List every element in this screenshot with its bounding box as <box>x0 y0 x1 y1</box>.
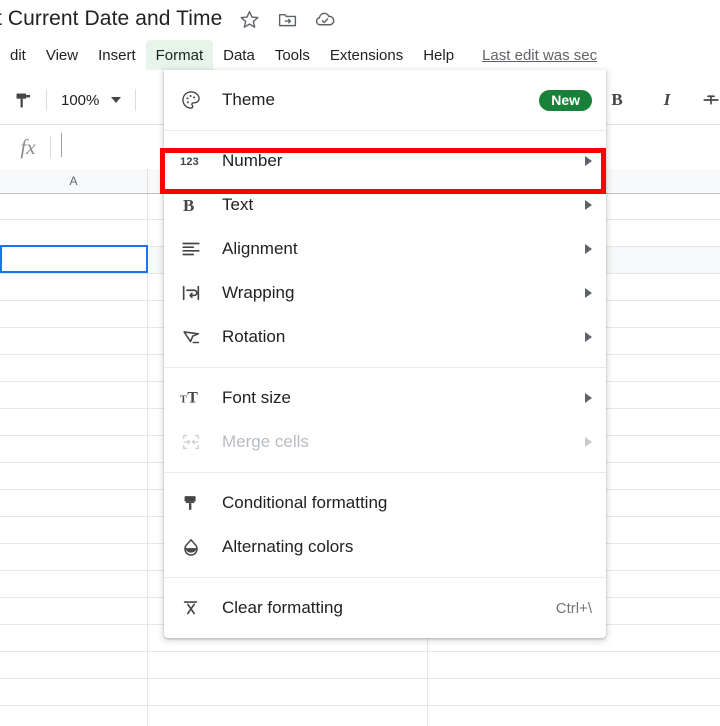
italic-button[interactable]: I <box>652 85 682 115</box>
menu-separator <box>164 367 606 368</box>
menu-option-conditional-formatting[interactable]: Conditional formatting <box>164 481 606 525</box>
menu-option-theme[interactable]: Theme New <box>164 78 606 122</box>
grid-row[interactable] <box>0 706 720 726</box>
menu-option-wrapping[interactable]: Wrapping <box>164 271 606 315</box>
clear-formatting-icon <box>180 597 208 619</box>
menu-option-alternating-colors[interactable]: Alternating colors <box>164 525 606 569</box>
menu-option-text[interactable]: B Text <box>164 183 606 227</box>
menu-item-help[interactable]: Help <box>413 40 464 70</box>
menu-item-tools[interactable]: Tools <box>265 40 320 70</box>
menu-separator <box>164 472 606 473</box>
toolbar-divider <box>46 89 47 111</box>
strikethrough-button[interactable] <box>702 85 720 115</box>
svg-text:T: T <box>187 390 198 407</box>
new-badge: New <box>539 89 592 111</box>
menu-item-edit[interactable]: dit <box>0 40 36 70</box>
move-to-folder-icon[interactable] <box>276 8 298 30</box>
chevron-right-icon <box>585 332 592 342</box>
menu-option-label: Alternating colors <box>222 537 354 556</box>
font-size-icon: T T <box>180 388 208 408</box>
menu-separator <box>164 577 606 578</box>
menu-option-label: Number <box>222 151 283 170</box>
menu-separator <box>164 130 606 131</box>
chevron-right-icon <box>585 156 592 166</box>
zoom-control[interactable]: 100% <box>55 85 127 115</box>
menu-bar: dit View Insert Format Data Tools Extens… <box>0 40 720 70</box>
format-dropdown-menu[interactable]: Theme New 123 Number B Text Alignment Wr… <box>164 70 606 638</box>
toolbar-divider <box>135 89 137 111</box>
palette-icon <box>180 89 208 111</box>
italic-label: I <box>663 90 671 109</box>
chevron-down-icon <box>111 97 122 103</box>
column-header-a[interactable]: A <box>0 169 148 193</box>
menu-option-label: Rotation <box>222 327 286 346</box>
wrapping-icon <box>180 282 208 304</box>
grid-row[interactable] <box>0 652 720 679</box>
menu-option-shortcut: Ctrl+\ <box>555 599 592 617</box>
last-edit-status[interactable]: Last edit was sec <box>482 40 597 70</box>
bold-button[interactable]: B <box>602 85 632 115</box>
menu-option-label: Text <box>222 195 254 214</box>
chevron-right-icon <box>585 244 592 254</box>
menu-option-font-size[interactable]: T T Font size <box>164 376 606 420</box>
chevron-right-icon <box>585 288 592 298</box>
menu-option-merge-cells: Merge cells <box>164 420 606 464</box>
bold-b-icon: B <box>180 195 208 215</box>
menu-item-view[interactable]: View <box>36 40 88 70</box>
paint-roller-icon <box>180 492 208 514</box>
svg-text:T: T <box>180 395 187 406</box>
svg-text:B: B <box>183 196 194 215</box>
rotation-icon <box>180 326 208 348</box>
paint-format-icon[interactable] <box>8 85 38 115</box>
menu-option-label: Merge cells <box>222 432 309 451</box>
chevron-right-icon <box>585 393 592 403</box>
zoom-value: 100% <box>61 91 100 109</box>
menu-option-label: Clear formatting <box>222 598 343 617</box>
chevron-right-icon <box>585 437 592 447</box>
fx-icon: fx <box>20 134 36 159</box>
number-123-icon: 123 <box>180 152 208 170</box>
menu-item-extensions[interactable]: Extensions <box>320 40 413 70</box>
menu-option-label: Wrapping <box>222 283 295 302</box>
menu-option-label: Font size <box>222 388 291 407</box>
menu-item-insert[interactable]: Insert <box>88 40 146 70</box>
menu-option-clear-formatting[interactable]: Clear formatting Ctrl+\ <box>164 586 606 630</box>
menu-option-label: Conditional formatting <box>222 493 388 512</box>
grid-row[interactable] <box>0 679 720 706</box>
title-bar: t Current Date and Time <box>0 0 720 38</box>
formula-text-caret <box>61 133 62 157</box>
bold-label: B <box>611 90 623 109</box>
menu-option-alignment[interactable]: Alignment <box>164 227 606 271</box>
star-icon[interactable] <box>238 8 260 30</box>
grid-column-line <box>147 193 148 726</box>
menu-item-format[interactable]: Format <box>145 40 214 70</box>
droplet-icon <box>180 536 208 558</box>
merge-cells-icon <box>180 431 208 453</box>
cloud-saved-icon[interactable] <box>314 8 336 30</box>
menu-option-label: Theme <box>222 90 275 109</box>
chevron-right-icon <box>585 200 592 210</box>
formula-bar-divider <box>50 136 51 158</box>
menu-option-number[interactable]: 123 Number <box>164 139 606 183</box>
menu-item-data[interactable]: Data <box>213 40 265 70</box>
menu-option-label: Alignment <box>222 239 298 258</box>
document-title[interactable]: t Current Date and Time <box>0 7 222 31</box>
svg-text:123: 123 <box>180 156 199 168</box>
alignment-icon <box>180 238 208 260</box>
menu-option-rotation[interactable]: Rotation <box>164 315 606 359</box>
